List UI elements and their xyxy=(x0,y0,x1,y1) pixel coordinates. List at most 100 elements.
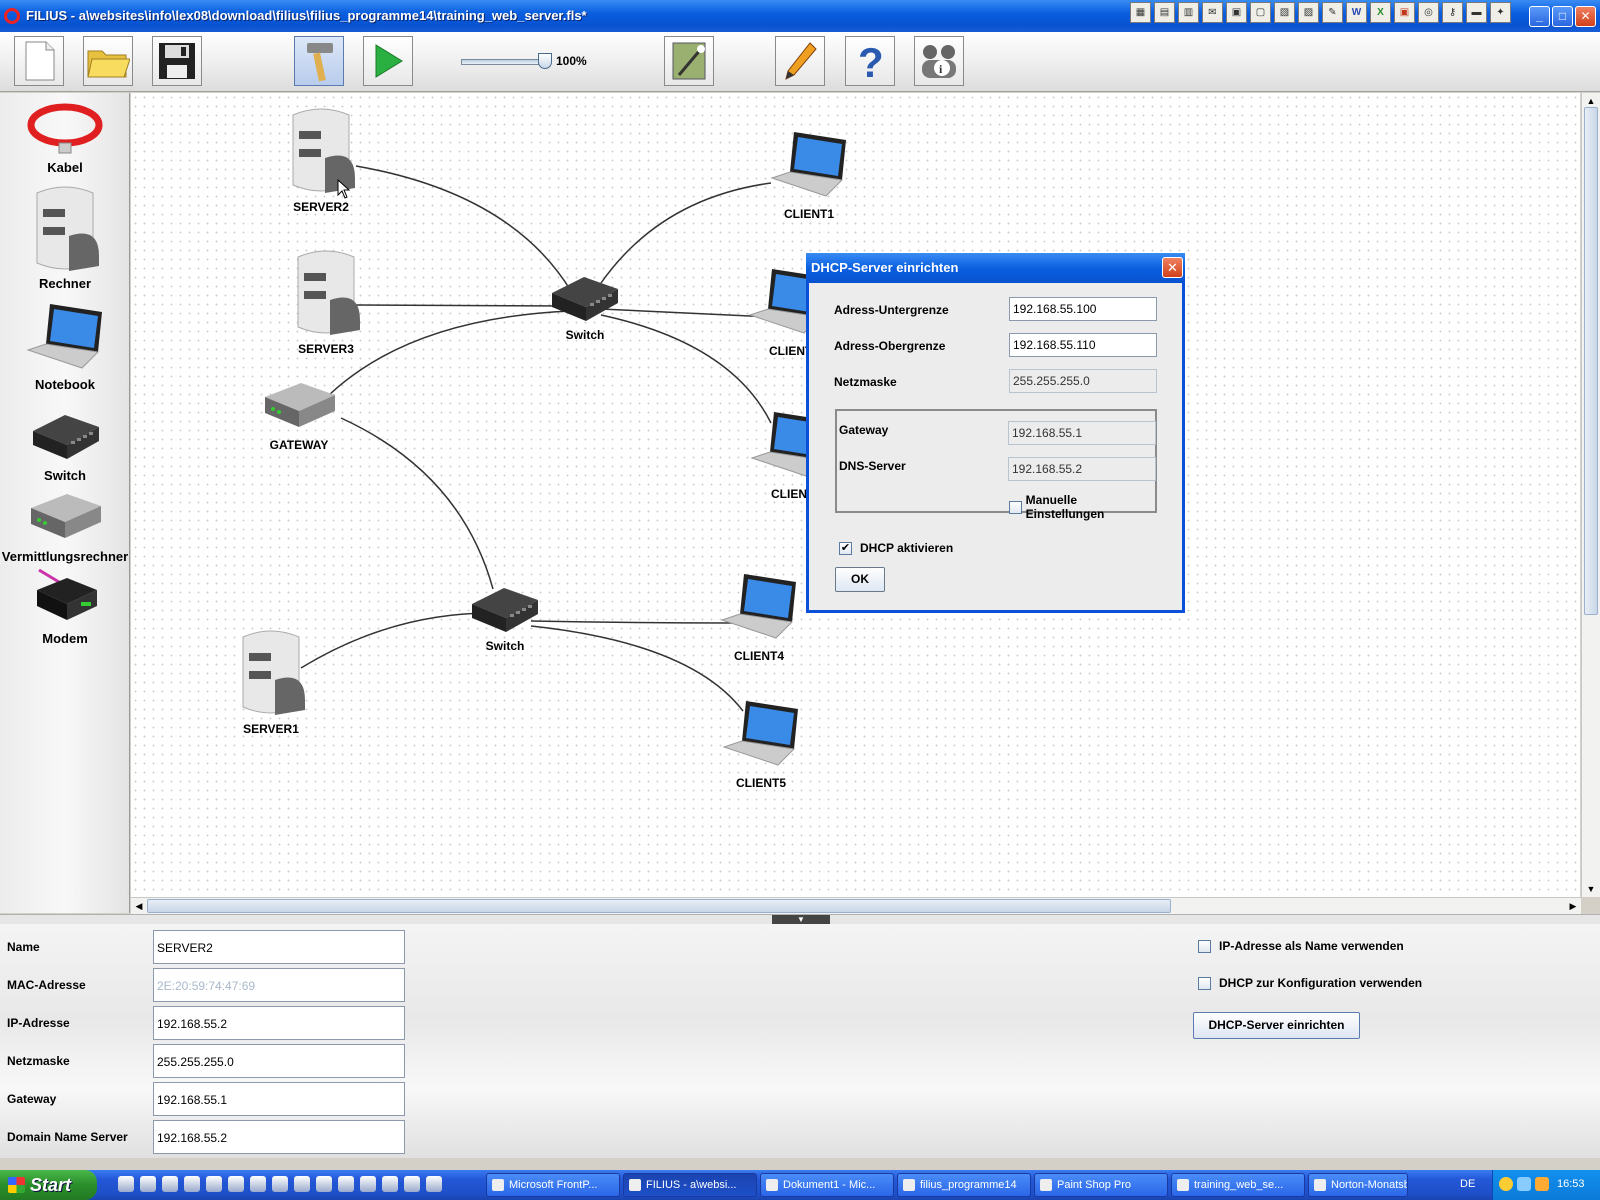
vertical-scroll-thumb[interactable] xyxy=(1584,107,1598,615)
dialog-close-icon[interactable]: ✕ xyxy=(1162,257,1183,278)
dns-input[interactable]: 192.168.55.2 xyxy=(153,1120,405,1154)
quick-launch-icon[interactable] xyxy=(250,1176,266,1192)
powerpoint-icon[interactable]: ▣ xyxy=(1394,2,1415,23)
quick-launch-icon[interactable] xyxy=(184,1176,200,1192)
node-gateway[interactable]: GATEWAY xyxy=(259,375,339,452)
palette-item-modem[interactable]: Modem xyxy=(0,566,130,646)
shortcut-icon[interactable]: ✦ xyxy=(1490,2,1511,23)
ip-as-name-checkbox[interactable]: IP-Adresse als Name verwenden xyxy=(1198,939,1404,953)
scroll-down-arrow-icon[interactable]: ▼ xyxy=(1582,881,1600,897)
palette-item-switch[interactable]: Switch xyxy=(0,405,130,483)
node-server1[interactable]: SERVER1 xyxy=(231,625,311,736)
checkbox-box[interactable] xyxy=(1198,976,1211,990)
shortcut-icon[interactable]: ⚷ xyxy=(1442,2,1463,23)
task-button[interactable]: training_web_se... xyxy=(1171,1173,1305,1197)
manual-settings-checkbox[interactable]: Manuelle Einstellungen xyxy=(1009,493,1155,521)
shortcut-icon[interactable]: ◎ xyxy=(1418,2,1439,23)
shortcut-icon[interactable]: ▨ xyxy=(1298,2,1319,23)
tray-icon[interactable] xyxy=(1517,1177,1531,1191)
zoom-slider-thumb[interactable] xyxy=(538,53,552,69)
cable-link xyxy=(300,612,492,669)
horizontal-scroll-thumb[interactable] xyxy=(147,899,1171,913)
word-icon[interactable]: W xyxy=(1346,2,1367,23)
close-button[interactable]: ✕ xyxy=(1575,6,1596,27)
task-button[interactable]: Paint Shop Pro xyxy=(1034,1173,1168,1197)
quick-launch-icon[interactable] xyxy=(316,1176,332,1192)
task-button[interactable]: Norton-Monatsb... xyxy=(1308,1173,1408,1197)
scroll-left-arrow-icon[interactable]: ◀ xyxy=(131,898,147,914)
node-client4[interactable]: CLIENT4 xyxy=(711,568,807,663)
desktop-icon[interactable]: ▬ xyxy=(1466,2,1487,23)
shortcut-icon[interactable]: ▦ xyxy=(1130,2,1151,23)
checkbox-checked-icon[interactable]: ✔ xyxy=(839,541,852,555)
language-indicator[interactable]: DE xyxy=(1460,1178,1475,1190)
zoom-slider-track[interactable] xyxy=(461,59,546,65)
quick-launch-icon[interactable] xyxy=(382,1176,398,1192)
panel-splitter[interactable]: ▼ xyxy=(0,914,1600,925)
palette-item-router[interactable]: Vermittlungsrechner xyxy=(0,486,130,564)
quick-launch-icon[interactable] xyxy=(272,1176,288,1192)
quick-launch-icon[interactable] xyxy=(426,1176,442,1192)
palette-item-notebook[interactable]: Notebook xyxy=(0,298,130,392)
open-file-button[interactable] xyxy=(83,36,133,86)
quick-launch-icon[interactable] xyxy=(360,1176,376,1192)
task-button[interactable]: Dokument1 - Mic... xyxy=(760,1173,894,1197)
help-button[interactable]: ? xyxy=(845,36,895,86)
mail-icon[interactable]: ✉ xyxy=(1202,2,1223,23)
node-switch1[interactable]: Switch xyxy=(545,271,625,342)
node-client5[interactable]: CLIENT5 xyxy=(713,695,809,790)
node-switch2[interactable]: Switch xyxy=(465,582,545,653)
horizontal-scrollbar[interactable]: ◀ ▶ xyxy=(131,897,1581,914)
excel-icon[interactable]: X xyxy=(1370,2,1391,23)
quick-launch-icon[interactable] xyxy=(228,1176,244,1192)
task-button[interactable]: Microsoft FrontP... xyxy=(486,1173,620,1197)
scroll-right-arrow-icon[interactable]: ▶ xyxy=(1565,898,1581,914)
wizard-button[interactable] xyxy=(664,36,714,86)
shortcut-icon[interactable]: ▧ xyxy=(1274,2,1295,23)
node-client1[interactable]: CLIENT1 xyxy=(761,126,857,221)
tray-icon[interactable] xyxy=(1535,1177,1549,1191)
gateway-input[interactable]: 192.168.55.1 xyxy=(153,1082,405,1116)
maximize-button[interactable]: □ xyxy=(1552,6,1573,27)
name-input[interactable]: SERVER2 xyxy=(153,930,405,964)
shortcut-icon[interactable]: ✎ xyxy=(1322,2,1343,23)
info-button[interactable]: i xyxy=(914,36,964,86)
quick-launch-icon[interactable] xyxy=(404,1176,420,1192)
task-button[interactable]: FILIUS - a\websi... xyxy=(623,1173,757,1197)
dhcp-setup-button[interactable]: DHCP-Server einrichten xyxy=(1193,1012,1360,1039)
quick-launch-icon[interactable] xyxy=(118,1176,134,1192)
shortcut-icon[interactable]: ▤ xyxy=(1154,2,1175,23)
quick-launch-icon[interactable] xyxy=(206,1176,222,1192)
quick-launch-icon[interactable] xyxy=(162,1176,178,1192)
netmask-input[interactable]: 255.255.255.0 xyxy=(153,1044,405,1078)
shortcut-icon[interactable]: ▢ xyxy=(1250,2,1271,23)
quick-launch-icon[interactable] xyxy=(294,1176,310,1192)
save-file-button[interactable] xyxy=(152,36,202,86)
palette-item-computer[interactable]: Rechner xyxy=(0,181,130,291)
minimize-button[interactable]: _ xyxy=(1529,6,1550,27)
shortcut-icon[interactable]: ▥ xyxy=(1178,2,1199,23)
dhcp-enable-checkbox[interactable]: ✔ DHCP aktivieren xyxy=(839,541,953,555)
cable-link xyxy=(530,620,734,624)
design-mode-button[interactable] xyxy=(294,36,344,86)
vertical-scrollbar[interactable]: ▲ ▼ xyxy=(1581,93,1600,897)
new-file-button[interactable] xyxy=(14,36,64,86)
upper-bound-input[interactable]: 192.168.55.110 xyxy=(1009,333,1157,357)
start-button[interactable]: Start xyxy=(0,1170,97,1200)
ok-button[interactable]: OK xyxy=(835,567,885,592)
shortcut-icon[interactable]: ▣ xyxy=(1226,2,1247,23)
clock[interactable]: 16:53 xyxy=(1557,1178,1585,1190)
checkbox-box[interactable] xyxy=(1009,500,1022,514)
tray-icon[interactable] xyxy=(1499,1177,1513,1191)
simulation-mode-button[interactable] xyxy=(363,36,413,86)
use-dhcp-checkbox[interactable]: DHCP zur Konfiguration verwenden xyxy=(1198,976,1422,990)
palette-item-cable[interactable]: Kabel xyxy=(0,99,130,175)
lower-bound-input[interactable]: 192.168.55.100 xyxy=(1009,297,1157,321)
checkbox-box[interactable] xyxy=(1198,939,1211,953)
task-button[interactable]: filius_programme14 xyxy=(897,1173,1031,1197)
quick-launch-icon[interactable] xyxy=(140,1176,156,1192)
quick-launch-icon[interactable] xyxy=(338,1176,354,1192)
node-server3[interactable]: SERVER3 xyxy=(286,245,366,356)
edit-button[interactable] xyxy=(775,36,825,86)
ip-input[interactable]: 192.168.55.2 xyxy=(153,1006,405,1040)
